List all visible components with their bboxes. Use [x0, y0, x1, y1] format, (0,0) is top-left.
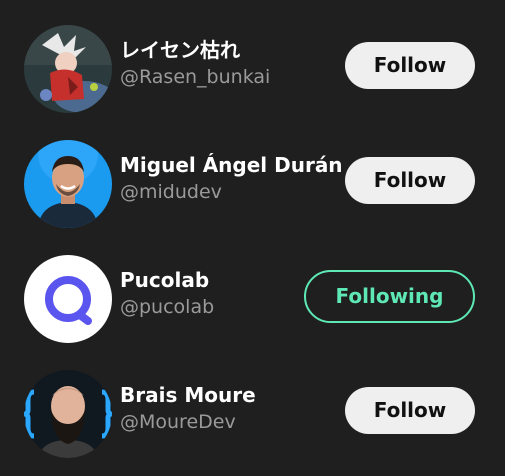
- follow-button[interactable]: Follow: [345, 387, 475, 434]
- bearded-man-braces-avatar-icon: [24, 370, 112, 458]
- follow-button[interactable]: Follow: [345, 157, 475, 204]
- avatar[interactable]: [24, 25, 112, 113]
- avatar[interactable]: [24, 140, 112, 228]
- user-handle[interactable]: @pucolab: [120, 293, 335, 321]
- user-card[interactable]: Brais Moure @MoureDev Follow: [0, 362, 505, 462]
- following-button[interactable]: Following: [304, 270, 475, 323]
- follow-button[interactable]: Follow: [345, 42, 475, 89]
- user-card[interactable]: レイセン枯れ @Rasen_bunkai Follow: [0, 17, 505, 117]
- user-info: レイセン枯れ @Rasen_bunkai: [120, 37, 335, 91]
- anime-character-avatar-icon: [24, 25, 112, 113]
- user-handle[interactable]: @MoureDev: [120, 408, 335, 436]
- user-card[interactable]: Miguel Ángel Durán @midudev Follow: [0, 132, 505, 232]
- user-info: Miguel Ángel Durán @midudev: [120, 152, 343, 206]
- user-info: Pucolab @pucolab: [120, 267, 335, 321]
- who-to-follow-list: レイセン枯れ @Rasen_bunkai Follow Miguel Ángel…: [0, 0, 505, 476]
- user-name[interactable]: レイセン枯れ: [120, 37, 335, 63]
- man-blue-background-avatar-icon: [24, 140, 112, 228]
- purple-ring-logo-avatar-icon: [24, 255, 112, 343]
- user-name[interactable]: Brais Moure: [120, 382, 335, 408]
- user-name[interactable]: Pucolab: [120, 267, 335, 293]
- user-handle[interactable]: @Rasen_bunkai: [120, 63, 335, 91]
- user-card[interactable]: Pucolab @pucolab Following: [0, 247, 505, 347]
- avatar[interactable]: [24, 255, 112, 343]
- user-handle[interactable]: @midudev: [120, 178, 335, 206]
- avatar[interactable]: [24, 370, 112, 458]
- user-name[interactable]: Miguel Ángel Durán: [120, 152, 343, 178]
- user-info: Brais Moure @MoureDev: [120, 382, 335, 436]
